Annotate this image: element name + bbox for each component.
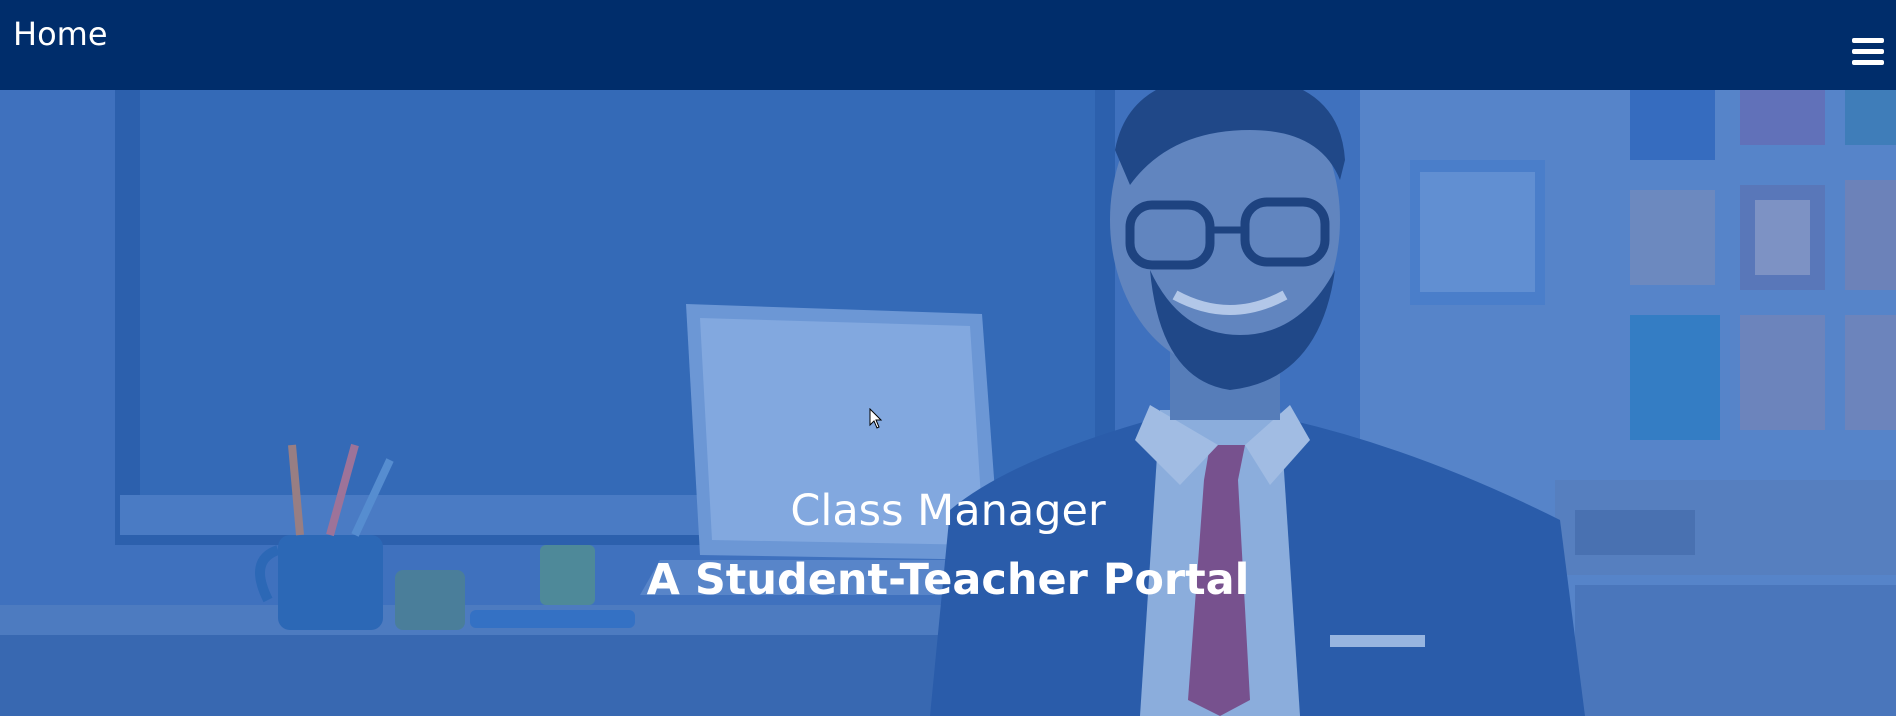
- top-navbar: Home: [0, 0, 1896, 90]
- hero-title: Class Manager: [790, 486, 1106, 536]
- mouse-cursor-icon: [869, 408, 883, 429]
- hamburger-bar: [1852, 60, 1884, 65]
- hamburger-bar: [1852, 49, 1884, 54]
- hero-section: Class Manager A Student-Teacher Portal: [0, 90, 1896, 716]
- home-link[interactable]: Home: [13, 14, 108, 54]
- hero-tint-overlay: [0, 90, 1896, 716]
- hamburger-menu-icon[interactable]: [1852, 38, 1884, 68]
- hero-subtitle: A Student-Teacher Portal: [646, 555, 1250, 605]
- hamburger-bar: [1852, 38, 1884, 43]
